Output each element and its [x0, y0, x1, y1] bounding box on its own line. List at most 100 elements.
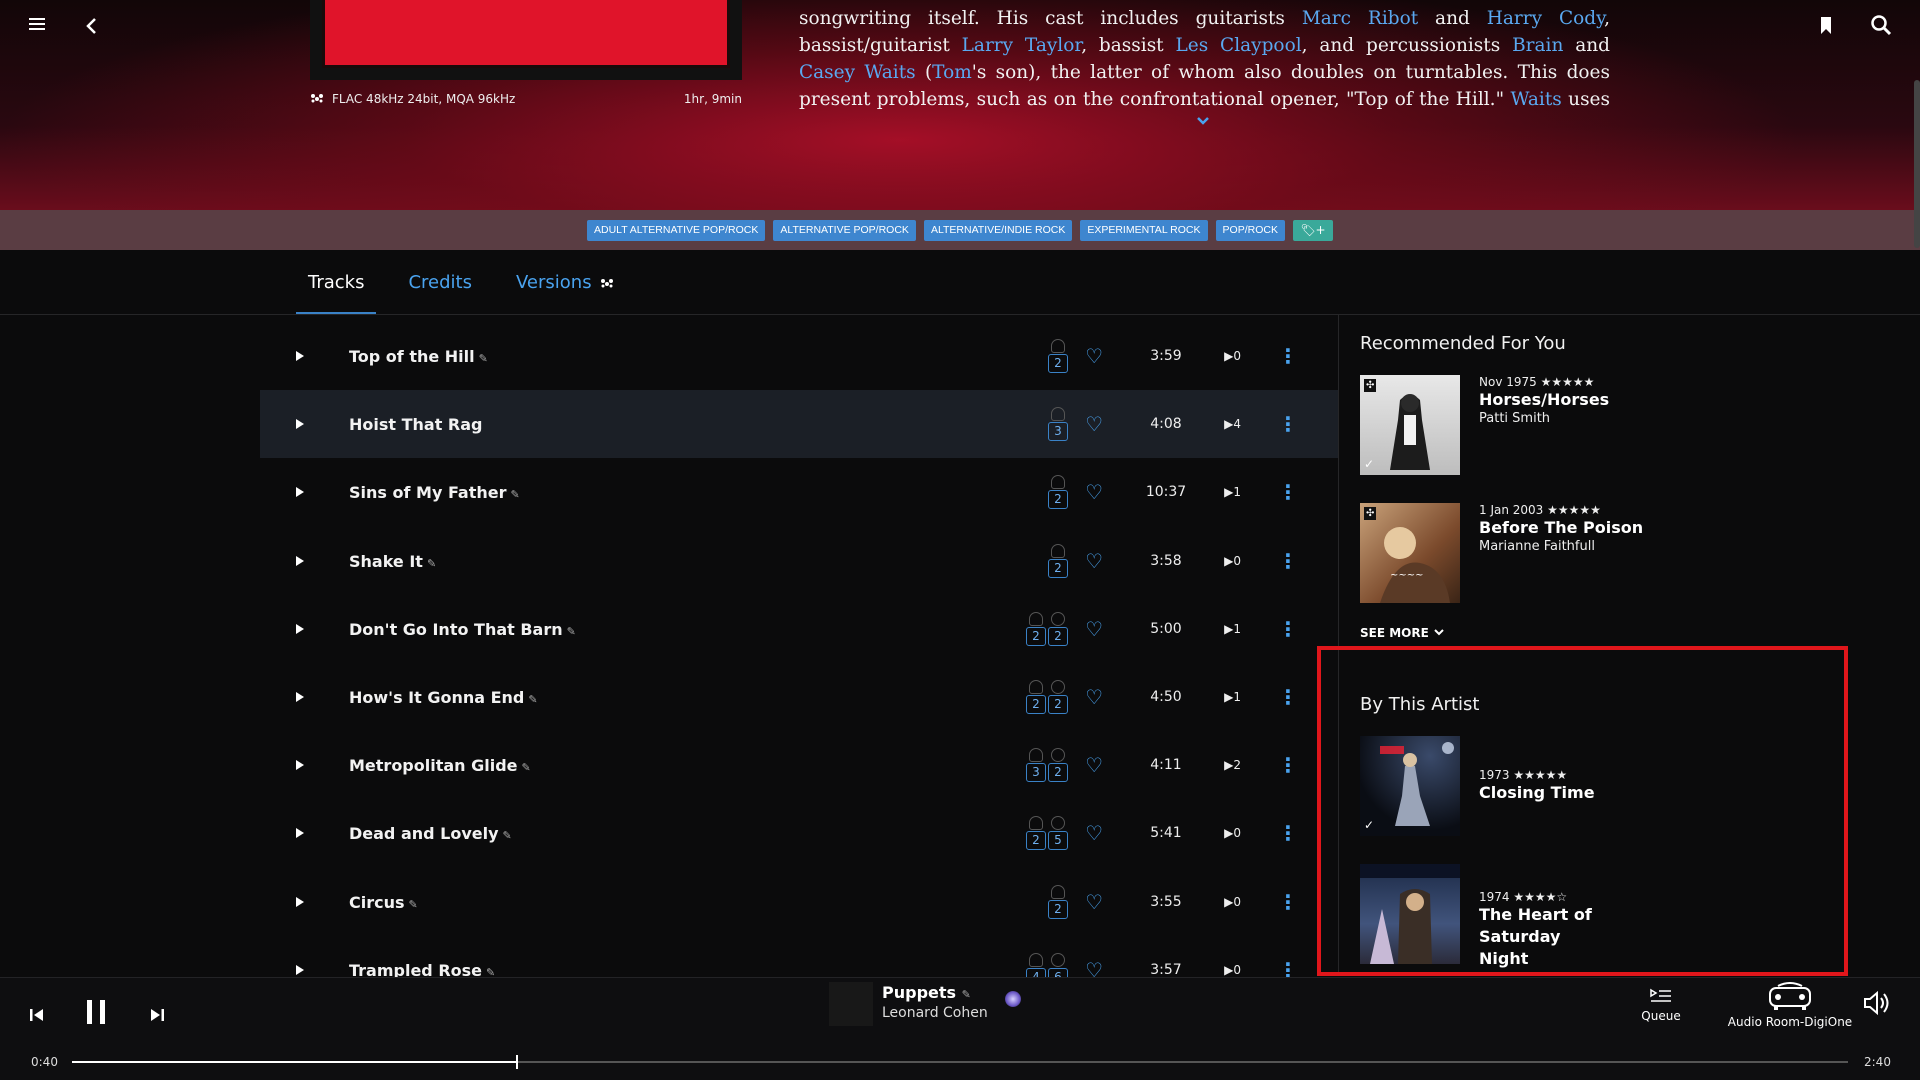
heart-icon[interactable]: ♡ [1085, 753, 1103, 777]
genre-tag[interactable]: EXPERIMENTAL ROCK [1080, 219, 1208, 241]
progress-handle[interactable] [516, 1055, 518, 1069]
review-link[interactable]: Harry Cody [1487, 8, 1604, 29]
next-icon[interactable] [148, 1006, 166, 1028]
review-link[interactable]: Marc Ribot [1302, 8, 1418, 29]
queue-button[interactable]: Queue [1638, 986, 1684, 1023]
tab-credits[interactable]: Credits [396, 250, 484, 315]
see-more-button[interactable]: SEE MORE [1360, 626, 1445, 640]
library-count[interactable]: 4 [1026, 953, 1046, 977]
web-count[interactable]: 2 [1048, 680, 1068, 714]
review-link[interactable]: Larry Taylor [962, 35, 1082, 56]
track-title[interactable]: Top of the Hill ✎ [349, 347, 488, 366]
track-title[interactable]: Circus ✎ [349, 893, 418, 912]
heart-icon[interactable]: ♡ [1085, 617, 1103, 641]
kebab-icon[interactable]: ⋮ [1278, 958, 1298, 977]
track-title[interactable]: Shake It ✎ [349, 552, 436, 571]
kebab-icon[interactable]: ⋮ [1278, 412, 1298, 436]
add-genre-tag-button[interactable]: 🏷 + [1292, 219, 1333, 241]
play-icon[interactable] [296, 760, 304, 770]
library-count[interactable]: 2 [1048, 475, 1068, 509]
expand-review-chevron-icon[interactable] [1196, 114, 1210, 130]
now-playing-title[interactable]: Puppets ✎ [882, 983, 971, 1002]
heart-icon[interactable]: ♡ [1085, 958, 1103, 977]
track-title[interactable]: Don't Go Into That Barn ✎ [349, 620, 576, 639]
kebab-icon[interactable]: ⋮ [1278, 617, 1298, 641]
library-count[interactable]: 2 [1026, 680, 1046, 714]
play-icon[interactable] [296, 419, 304, 429]
heart-icon[interactable]: ♡ [1085, 685, 1103, 709]
kebab-icon[interactable]: ⋮ [1278, 344, 1298, 368]
play-icon[interactable] [296, 897, 304, 907]
library-count[interactable]: 2 [1048, 339, 1068, 373]
web-count[interactable]: 2 [1048, 612, 1068, 646]
library-count[interactable]: 3 [1026, 748, 1046, 782]
web-count[interactable]: 2 [1048, 748, 1068, 782]
track-row[interactable]: Sins of My Father ✎ 2 ♡ 10:37 ▶1 ⋮ [260, 458, 1338, 526]
menu-icon[interactable] [27, 14, 49, 38]
review-link[interactable]: Les Claypool [1175, 35, 1301, 56]
library-count[interactable]: 2 [1048, 544, 1068, 578]
artist-album-card[interactable]: 1974 ★★★★☆ The Heart of Saturday Night [1360, 864, 1660, 968]
back-icon[interactable] [84, 16, 100, 40]
library-count[interactable]: 2 [1048, 885, 1068, 919]
heart-icon[interactable]: ♡ [1085, 549, 1103, 573]
tab-versions[interactable]: Versions [504, 250, 626, 315]
track-row[interactable]: Don't Go Into That Barn ✎ 2 2 ♡ 5:00 ▶1 ⋮ [260, 595, 1338, 663]
library-count[interactable]: 3 [1048, 407, 1068, 441]
genre-tag[interactable]: ADULT ALTERNATIVE POP/ROCK [587, 219, 766, 241]
volume-icon[interactable] [1862, 990, 1892, 1020]
play-icon[interactable] [296, 965, 304, 975]
now-playing-artist[interactable]: Leonard Cohen [882, 1005, 988, 1021]
play-icon[interactable] [296, 692, 304, 702]
track-row[interactable]: How's It Gonna End ✎ 2 2 ♡ 4:50 ▶1 ⋮ [260, 663, 1338, 731]
track-title[interactable]: How's It Gonna End ✎ [349, 688, 538, 707]
progress-bar[interactable] [72, 1055, 1848, 1069]
artist-album-card[interactable]: ✓ 1973 ★★★★★ Closing Time [1360, 736, 1660, 836]
audio-zone-button[interactable]: Audio Room-DigiOne [1710, 982, 1870, 1029]
review-link[interactable]: Brain [1512, 35, 1563, 56]
track-row[interactable]: Trampled Rose ✎ 4 6 ♡ 3:57 ▶0 ⋮ [260, 936, 1338, 977]
review-link[interactable]: Tom [932, 62, 972, 83]
genre-tag[interactable]: ALTERNATIVE/INDIE ROCK [923, 219, 1073, 241]
track-row[interactable]: Top of the Hill ✎ 2 ♡ 3:59 ▶0 ⋮ [260, 322, 1338, 390]
kebab-icon[interactable]: ⋮ [1278, 890, 1298, 914]
bookmark-icon[interactable] [1818, 15, 1834, 41]
genre-tag[interactable]: ALTERNATIVE POP/ROCK [773, 219, 916, 241]
library-count[interactable]: 2 [1026, 612, 1046, 646]
kebab-icon[interactable]: ⋮ [1278, 685, 1298, 709]
track-row[interactable]: Metropolitan Glide ✎ 3 2 ♡ 4:11 ▶2 ⋮ [260, 731, 1338, 799]
track-title[interactable]: Metropolitan Glide ✎ [349, 756, 531, 775]
play-icon[interactable] [296, 556, 304, 566]
mqa-signal-icon[interactable] [1005, 991, 1021, 1007]
track-title[interactable]: Sins of My Father ✎ [349, 483, 520, 502]
kebab-icon[interactable]: ⋮ [1278, 753, 1298, 777]
search-icon[interactable] [1870, 14, 1892, 40]
prev-icon[interactable] [28, 1006, 46, 1028]
now-playing-art[interactable] [829, 982, 873, 1026]
track-title[interactable]: Dead and Lovely ✎ [349, 824, 512, 843]
play-icon[interactable] [296, 624, 304, 634]
tab-tracks[interactable]: Tracks [296, 250, 377, 315]
review-link[interactable]: Waits [1510, 89, 1561, 110]
kebab-icon[interactable]: ⋮ [1278, 549, 1298, 573]
web-count[interactable]: 5 [1048, 816, 1068, 850]
track-row[interactable]: Hoist That Rag 3 ♡ 4:08 ▶4 ⋮ [260, 390, 1338, 458]
heart-icon[interactable]: ♡ [1085, 412, 1103, 436]
track-row[interactable]: Circus ✎ 2 ♡ 3:55 ▶0 ⋮ [260, 868, 1338, 936]
track-title[interactable]: Trampled Rose ✎ [349, 961, 495, 978]
track-row[interactable]: Shake It ✎ 2 ♡ 3:58 ▶0 ⋮ [260, 527, 1338, 595]
page-scrollbar[interactable] [1914, 80, 1920, 248]
kebab-icon[interactable]: ⋮ [1278, 821, 1298, 845]
heart-icon[interactable]: ♡ [1085, 821, 1103, 845]
genre-tag[interactable]: POP/ROCK [1215, 219, 1285, 241]
heart-icon[interactable]: ♡ [1085, 344, 1103, 368]
play-icon[interactable] [296, 351, 304, 361]
web-count[interactable]: 6 [1048, 953, 1068, 977]
heart-icon[interactable]: ♡ [1085, 890, 1103, 914]
recommended-album-card[interactable]: ✣ ✓ Nov 1975 ★★★★★ Horses/Horses Patti S… [1360, 375, 1660, 475]
track-row[interactable]: Dead and Lovely ✎ 2 5 ♡ 5:41 ▶0 ⋮ [260, 799, 1338, 867]
recommended-album-card[interactable]: ~~~~ ✣ 1 Jan 2003 ★★★★★ Before The Poiso… [1360, 503, 1660, 603]
play-icon[interactable] [296, 487, 304, 497]
review-link[interactable]: Casey Waits [799, 62, 916, 83]
track-title[interactable]: Hoist That Rag [349, 415, 483, 434]
